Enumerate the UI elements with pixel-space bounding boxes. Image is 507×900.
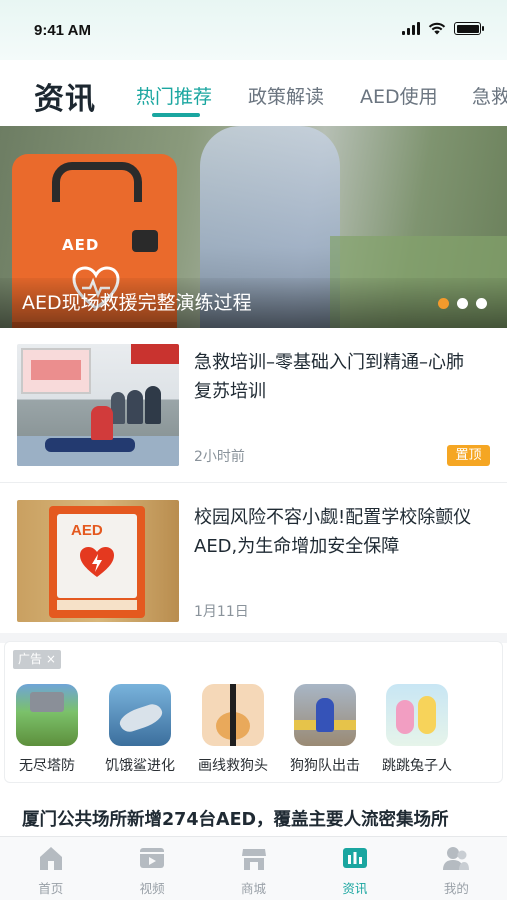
banner-caption: AED现场救援完整演练过程 [22,292,252,314]
ad-game-label: 无尽塔防 [19,758,75,774]
tab-news[interactable]: 资讯 [304,837,405,900]
tab-active-indicator [152,113,200,117]
game-icon [294,684,356,746]
ad-game-label: 狗狗队出击 [290,758,360,774]
carousel-dot[interactable] [476,298,487,309]
tab-profile-label: 我的 [443,881,469,896]
game-icon [386,684,448,746]
tab-home-label: 首页 [38,881,64,896]
heart-icon [80,547,114,577]
store-icon [241,849,266,870]
news-time: 1月11日 [194,604,249,620]
ad-section: 广告 × 无尽塔防 饥饿鲨进化 画线救狗头 狗狗队出击 跳跳兔子人 [4,641,503,783]
aed-screen [132,230,158,252]
video-icon [140,848,165,868]
ad-game-item[interactable]: 饥饿鲨进化 [98,684,182,775]
page-title: 资讯 [34,82,96,117]
news-icon [342,848,367,868]
game-icon [202,684,264,746]
carousel-dot[interactable] [457,298,468,309]
news-thumbnail [17,344,179,466]
news-time: 2小时前 [194,449,245,465]
news-item[interactable]: AED 校园风险不容小觑!配置学校除颤仪 AED,为生命增加安全保障 1月11日 [0,483,507,633]
news-title: 急救培训–零基础入门到精通–心肺 复苏培训 [194,352,464,402]
carousel-dots [438,298,487,309]
news-title: 校园风险不容小觑!配置学校除颤仪 AED,为生命增加安全保障 [194,507,472,557]
pinned-badge: 置顶 [447,445,490,466]
status-time: 9:41 AM [34,22,91,39]
tab-policy[interactable]: 政策解读 [248,82,324,109]
ad-close-tag[interactable]: 广告 × [13,650,61,669]
carousel-dot[interactable] [438,298,449,309]
aed-device-label: AED [62,236,100,254]
game-icon [109,684,171,746]
tab-store-label: 商城 [241,881,267,896]
ad-game-label: 饥饿鲨进化 [105,758,175,774]
battery-icon [454,22,484,35]
ad-game-item[interactable]: 跳跳兔子人 [375,684,459,775]
bottom-tab-bar: 首页 视频 商城 资讯 我的 [0,836,507,900]
tab-news-label: 资讯 [342,881,368,896]
home-icon [39,847,62,870]
tab-home[interactable]: 首页 [0,837,101,900]
game-icon [16,684,78,746]
tab-aed-usage[interactable]: AED使用 [360,82,438,109]
aed-cabinet-label: AED [71,522,103,539]
aed-handle [52,162,142,202]
news-thumbnail: AED [17,500,179,622]
ad-game-item[interactable]: 狗狗队出击 [283,684,367,775]
tab-video[interactable]: 视频 [101,837,202,900]
tab-video-label: 视频 [139,881,165,896]
tab-first-aid[interactable]: 急救 [472,82,507,109]
tab-hot[interactable]: 热门推荐 [136,82,212,109]
news-item[interactable]: 急救培训–零基础入门到精通–心肺 复苏培训 2小时前 置顶 [0,328,507,478]
ad-game-item[interactable]: 画线救狗头 [191,684,275,775]
status-icons [402,22,484,35]
tab-profile[interactable]: 我的 [406,837,507,900]
wifi-icon [428,22,446,35]
status-bar: 9:41 AM [0,0,507,60]
user-icon [443,847,470,870]
header: 资讯 热门推荐 政策解读 AED使用 急救 [0,60,507,126]
ad-game-label: 跳跳兔子人 [382,758,452,774]
banner-carousel[interactable]: AED AED现场救援完整演练过程 [0,126,507,328]
ad-game-item[interactable]: 无尽塔防 [5,684,89,775]
tab-store[interactable]: 商城 [203,837,304,900]
signal-icon [402,22,420,35]
news-title[interactable]: 厦门公共场所新增274台AED，覆盖主要人流密集场所 [22,806,449,831]
ad-game-label: 画线救狗头 [198,758,268,774]
